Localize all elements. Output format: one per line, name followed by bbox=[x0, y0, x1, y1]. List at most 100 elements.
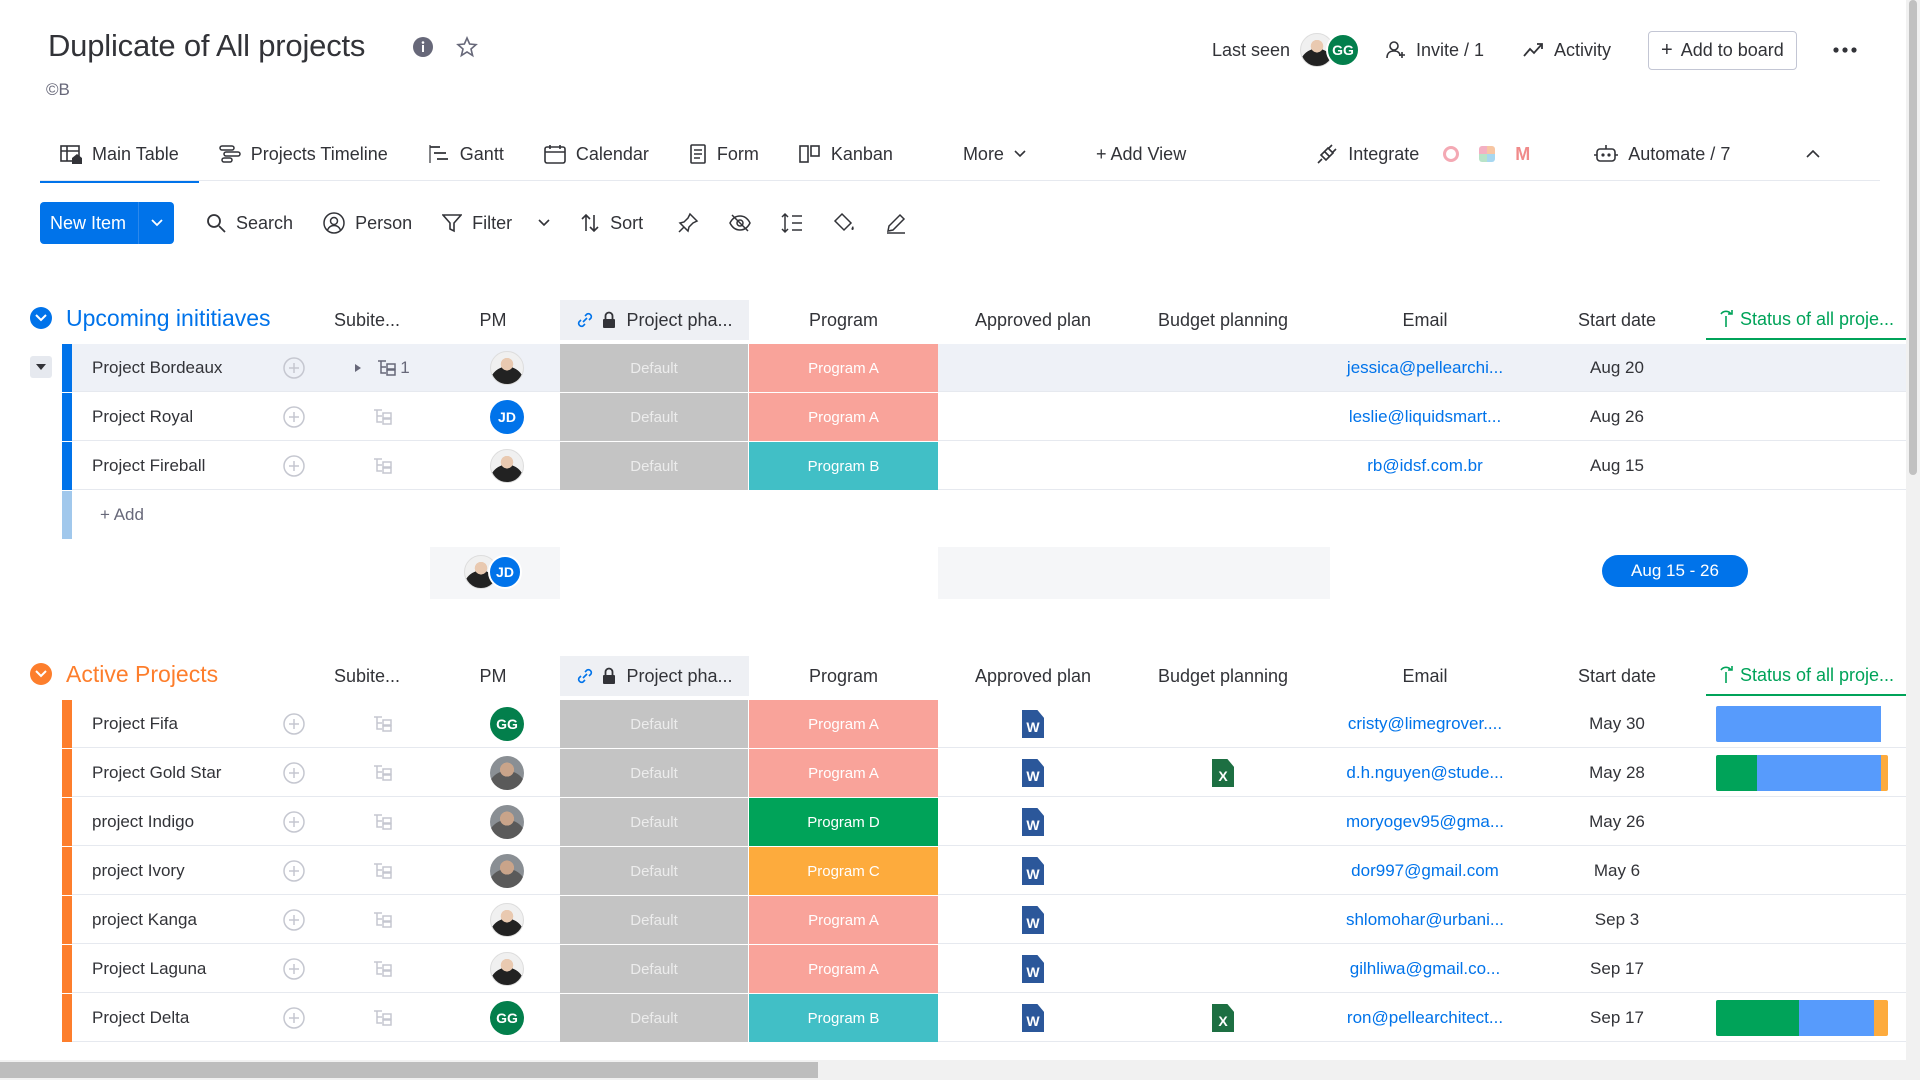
col-header-subitems[interactable]: Subite... bbox=[322, 300, 412, 340]
start-date-cell[interactable]: Aug 15 bbox=[1522, 442, 1712, 490]
add-update-icon[interactable] bbox=[279, 700, 309, 748]
group-title[interactable]: Upcoming inititiaves bbox=[66, 305, 271, 332]
person-filter-button[interactable]: Person bbox=[323, 212, 412, 234]
col-header-subitems[interactable]: Subite... bbox=[322, 656, 412, 696]
budget-planning-cell[interactable] bbox=[1128, 442, 1318, 490]
status-progress-cell[interactable] bbox=[1712, 847, 1892, 895]
add-update-icon[interactable] bbox=[279, 847, 309, 895]
summary-avatar-jd[interactable]: JD bbox=[488, 555, 522, 589]
add-update-icon[interactable] bbox=[279, 393, 309, 441]
info-icon[interactable] bbox=[412, 36, 434, 58]
integrate-button[interactable]: Integrate M bbox=[1296, 129, 1550, 179]
email-link[interactable]: rb@idsf.com.br bbox=[1330, 442, 1520, 490]
approved-plan-cell[interactable]: W bbox=[938, 700, 1128, 748]
pm-cell[interactable]: GG bbox=[472, 700, 542, 748]
pm-avatar[interactable] bbox=[490, 351, 524, 385]
phase-status-cell[interactable]: Default bbox=[560, 749, 749, 797]
word-file-icon[interactable]: W bbox=[1022, 1004, 1044, 1032]
chevron-down-icon[interactable] bbox=[538, 219, 550, 227]
pm-cell[interactable] bbox=[472, 749, 542, 797]
col-header-approved-plan[interactable]: Approved plan bbox=[938, 300, 1128, 340]
word-file-icon[interactable]: W bbox=[1022, 808, 1044, 836]
col-header-program[interactable]: Program bbox=[749, 656, 938, 696]
approved-plan-cell[interactable]: W bbox=[938, 994, 1128, 1042]
add-update-icon[interactable] bbox=[279, 945, 309, 993]
approved-plan-cell[interactable]: W bbox=[938, 945, 1128, 993]
program-status-cell[interactable]: Program A bbox=[749, 393, 938, 441]
collapse-header-button[interactable] bbox=[1786, 129, 1840, 179]
program-status-cell[interactable]: Program A bbox=[749, 749, 938, 797]
pm-cell[interactable] bbox=[472, 896, 542, 944]
phase-status-cell[interactable]: Default bbox=[560, 847, 749, 895]
phase-status-cell[interactable]: Default bbox=[560, 896, 749, 944]
pm-cell[interactable]: JD bbox=[472, 393, 542, 441]
new-item-button[interactable]: New Item bbox=[40, 202, 175, 244]
pm-avatar[interactable]: GG bbox=[490, 1001, 524, 1035]
pm-avatar[interactable] bbox=[490, 805, 524, 839]
col-header-start-date[interactable]: Start date bbox=[1522, 656, 1712, 696]
phase-status-cell[interactable]: Default bbox=[560, 945, 749, 993]
add-to-board-button[interactable]: + Add to board bbox=[1648, 30, 1797, 70]
board-title[interactable]: Duplicate of All projects bbox=[48, 28, 365, 64]
email-link[interactable]: gilhliwa@gmail.co... bbox=[1330, 945, 1520, 993]
col-header-pm[interactable]: PM bbox=[458, 300, 528, 340]
subitems-cell[interactable] bbox=[342, 847, 422, 895]
color-button[interactable] bbox=[833, 212, 855, 234]
word-file-icon[interactable]: W bbox=[1022, 759, 1044, 787]
tab-projects-timeline[interactable]: Projects Timeline bbox=[199, 129, 408, 179]
add-item-label[interactable]: + Add bbox=[100, 491, 144, 539]
table-row[interactable]: Project Fireball Default Program Brb@idsf.… bbox=[62, 442, 1910, 490]
col-header-budget-planning[interactable]: Budget planning bbox=[1128, 300, 1318, 340]
status-progress-cell[interactable] bbox=[1712, 393, 1892, 441]
col-header-program[interactable]: Program bbox=[749, 300, 938, 340]
pm-cell[interactable] bbox=[472, 798, 542, 846]
phase-status-cell[interactable]: Default bbox=[560, 442, 749, 490]
add-update-icon[interactable] bbox=[279, 896, 309, 944]
table-row[interactable]: Project Royal JD Default Program Aleslie@li… bbox=[62, 393, 1910, 441]
add-update-icon[interactable] bbox=[279, 344, 309, 392]
row-expand-toggle[interactable] bbox=[30, 356, 52, 378]
table-row[interactable]: Project Delta GG Default Program B W Xron@pel… bbox=[62, 994, 1910, 1042]
program-status-cell[interactable]: Program A bbox=[749, 945, 938, 993]
search-button[interactable]: Search bbox=[206, 213, 293, 234]
pm-avatar[interactable] bbox=[490, 756, 524, 790]
table-row[interactable]: Project Gold Star Default Program A W Xd.h.n… bbox=[62, 749, 1910, 797]
status-progress-cell[interactable] bbox=[1712, 945, 1892, 993]
subitems-cell[interactable] bbox=[342, 393, 422, 441]
excel-file-icon[interactable]: X bbox=[1212, 759, 1234, 787]
subitems-cell[interactable] bbox=[342, 442, 422, 490]
vertical-scrollbar-thumb[interactable] bbox=[1909, 0, 1917, 475]
tab-kanban[interactable]: Kanban bbox=[779, 129, 913, 179]
pm-avatar[interactable]: JD bbox=[490, 400, 524, 434]
phase-status-cell[interactable]: Default bbox=[560, 994, 749, 1042]
horizontal-scrollbar-thumb[interactable] bbox=[0, 1062, 818, 1078]
start-date-cell[interactable]: Sep 17 bbox=[1522, 945, 1712, 993]
phase-status-cell[interactable]: Default bbox=[560, 700, 749, 748]
status-progress-cell[interactable] bbox=[1712, 994, 1892, 1042]
pm-avatar[interactable]: GG bbox=[490, 707, 524, 741]
approved-plan-cell[interactable] bbox=[938, 393, 1128, 441]
subitems-cell[interactable] bbox=[342, 700, 422, 748]
last-seen[interactable]: Last seen GG bbox=[1212, 30, 1361, 70]
phase-status-cell[interactable]: Default bbox=[560, 393, 749, 441]
tab-more[interactable]: More bbox=[943, 129, 1046, 179]
phase-status-cell[interactable]: Default bbox=[560, 798, 749, 846]
approved-plan-cell[interactable] bbox=[938, 442, 1128, 490]
status-progress-cell[interactable] bbox=[1712, 442, 1892, 490]
pm-avatar[interactable] bbox=[490, 854, 524, 888]
start-date-cell[interactable]: Sep 17 bbox=[1522, 994, 1712, 1042]
status-progress-cell[interactable] bbox=[1712, 749, 1892, 797]
invite-button[interactable]: Invite / 1 bbox=[1386, 30, 1484, 70]
table-row[interactable]: project Ivory Default Program C Wdor997@gma… bbox=[62, 847, 1910, 895]
group-header-upcoming[interactable]: Upcoming inititiaves bbox=[30, 298, 271, 338]
table-row[interactable]: Project Laguna Default Program A Wgilhliwa@… bbox=[62, 945, 1910, 993]
pm-avatar[interactable] bbox=[490, 952, 524, 986]
pm-cell[interactable] bbox=[472, 442, 542, 490]
add-update-icon[interactable] bbox=[279, 994, 309, 1042]
email-link[interactable]: leslie@liquidsmart... bbox=[1330, 393, 1520, 441]
group-collapse-toggle[interactable] bbox=[30, 307, 52, 329]
excel-file-icon[interactable]: X bbox=[1212, 1004, 1234, 1032]
email-link[interactable]: d.h.nguyen@stude... bbox=[1330, 749, 1520, 797]
start-date-cell[interactable]: May 30 bbox=[1522, 700, 1712, 748]
start-date-cell[interactable]: Aug 26 bbox=[1522, 393, 1712, 441]
